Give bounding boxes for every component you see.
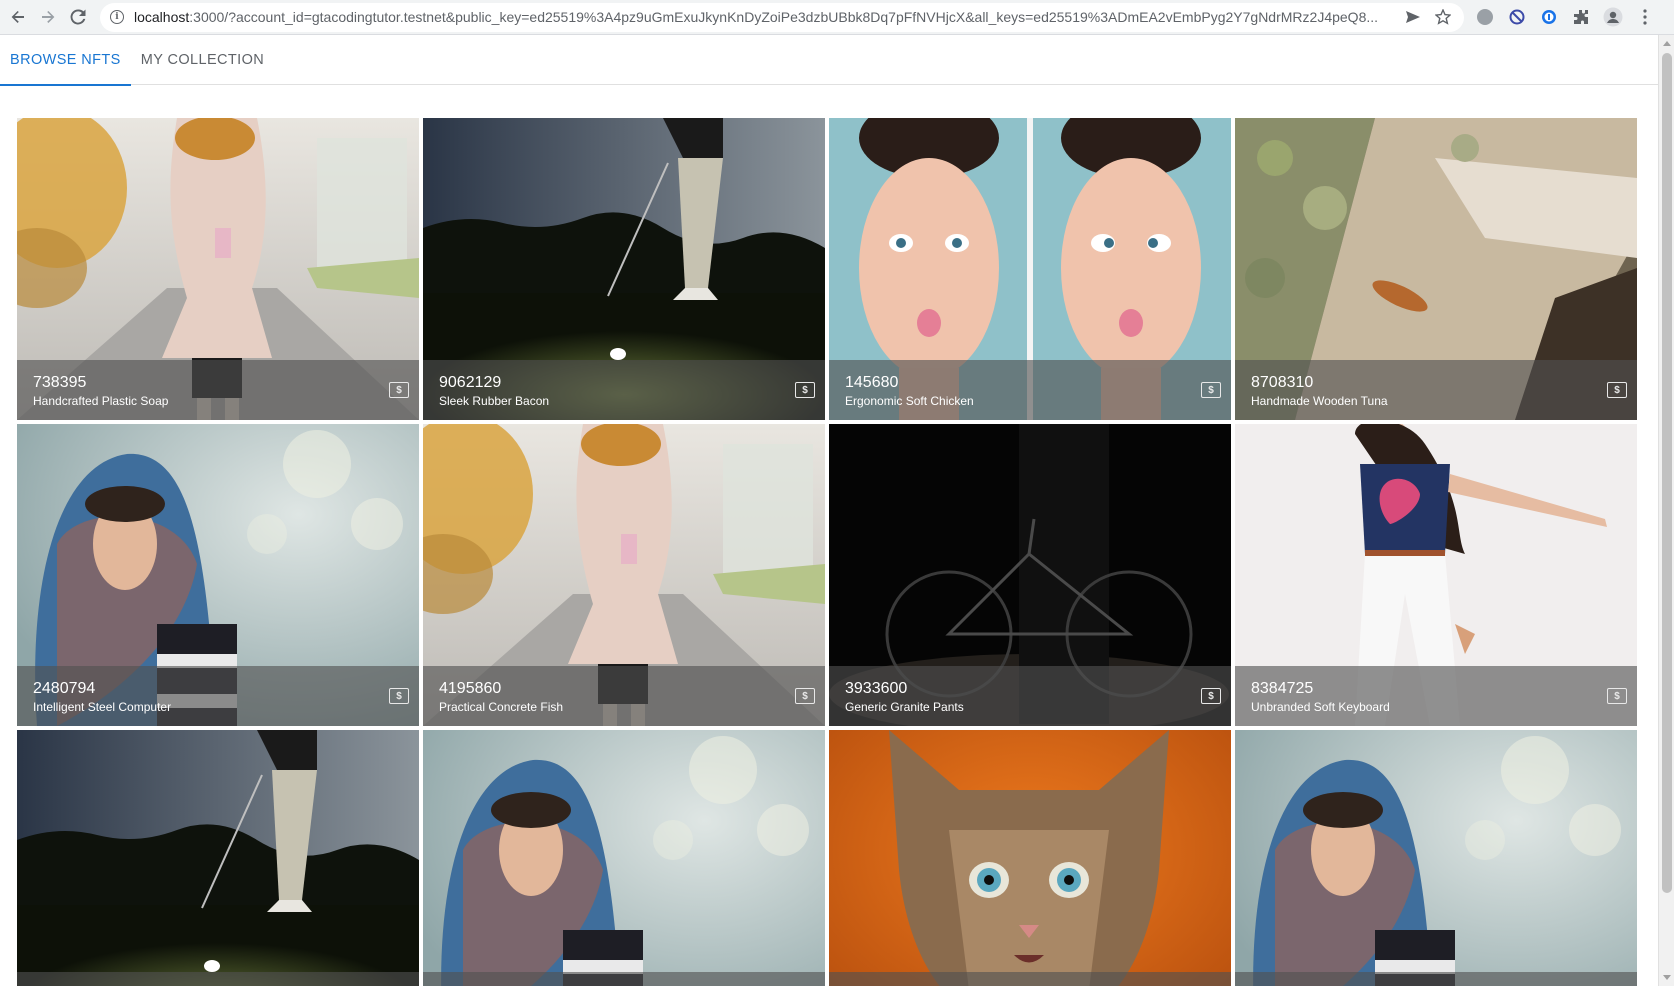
send-icon[interactable] [1402, 6, 1424, 28]
browser-toolbar: i localhost:3000/?account_id=gtacodingtu… [0, 0, 1674, 35]
buy-dollar-icon[interactable]: $ [1201, 688, 1221, 704]
nft-image [1235, 730, 1637, 986]
nft-card[interactable]: 9062129 Sleek Rubber Bacon $ [423, 118, 825, 420]
buy-dollar-icon[interactable]: $ [1607, 382, 1627, 398]
browser-menu-icon[interactable] [1634, 6, 1656, 28]
nft-image [423, 730, 825, 986]
buy-dollar-icon[interactable]: $ [795, 688, 815, 704]
nft-card[interactable] [1235, 730, 1637, 986]
nft-caption-bar: 8384725 Unbranded Soft Keyboard $ [1235, 666, 1637, 726]
nft-caption-bar [17, 972, 419, 986]
nft-caption-bar: 738395 Handcrafted Plastic Soap $ [17, 360, 419, 420]
tab-bar: BROWSE NFTS MY COLLECTION [0, 35, 1658, 86]
nft-card[interactable] [17, 730, 419, 986]
buy-dollar-icon[interactable]: $ [389, 688, 409, 704]
nft-title: Handmade Wooden Tuna [1251, 394, 1388, 408]
url-text[interactable]: localhost:3000/?account_id=gtacodingtuto… [134, 9, 1394, 25]
nft-card[interactable]: 2480794 Intelligent Steel Computer $ [17, 424, 419, 726]
scrollbar-thumb[interactable] [1662, 53, 1672, 893]
nft-price: 8384725 [1251, 680, 1314, 697]
nft-price: 8708310 [1251, 374, 1314, 391]
nft-caption-bar: 8708310 Handmade Wooden Tuna $ [1235, 360, 1637, 420]
tab-browse-nfts[interactable]: BROWSE NFTS [0, 35, 131, 86]
scroll-down-arrow-icon[interactable] [1663, 975, 1671, 980]
extensions-puzzle-icon[interactable] [1570, 6, 1592, 28]
nft-caption-bar: 4195860 Practical Concrete Fish $ [423, 666, 825, 726]
nft-caption-bar [829, 972, 1231, 986]
nft-title: Handcrafted Plastic Soap [33, 394, 169, 408]
nft-card[interactable]: 145680 Ergonomic Soft Chicken $ [829, 118, 1231, 420]
url-host: localhost [134, 9, 190, 25]
adblock-extension-icon[interactable] [1474, 6, 1496, 28]
nft-card[interactable] [423, 730, 825, 986]
nft-title: Generic Granite Pants [845, 700, 964, 714]
nft-card[interactable]: 738395 Handcrafted Plastic Soap $ [17, 118, 419, 420]
nft-price: 4195860 [439, 680, 502, 697]
page-scrollbar[interactable] [1658, 35, 1674, 986]
nft-caption-bar: 9062129 Sleek Rubber Bacon $ [423, 360, 825, 420]
nft-price: 9062129 [439, 374, 502, 391]
nft-title: Sleek Rubber Bacon [439, 394, 550, 408]
tab-my-collection[interactable]: MY COLLECTION [131, 35, 274, 85]
nft-card[interactable]: 8708310 Handmade Wooden Tuna $ [1235, 118, 1637, 420]
scroll-up-arrow-icon[interactable] [1663, 41, 1671, 46]
site-info-icon[interactable]: i [110, 10, 124, 24]
nft-caption-bar: 3933600 Generic Granite Pants $ [829, 666, 1231, 726]
nft-price: 145680 [845, 374, 899, 391]
buy-dollar-icon[interactable]: $ [1201, 382, 1221, 398]
nft-card[interactable]: 8384725 Unbranded Soft Keyboard $ [1235, 424, 1637, 726]
nft-title: Practical Concrete Fish [439, 700, 564, 714]
nft-caption-bar: 2480794 Intelligent Steel Computer $ [17, 666, 419, 726]
buy-dollar-icon[interactable]: $ [1607, 688, 1627, 704]
blocker-extension-icon[interactable] [1506, 6, 1528, 28]
nft-grid: 738395 Handcrafted Plastic Soap $ 9062129 S… [17, 118, 1637, 986]
back-icon[interactable] [6, 5, 30, 29]
buy-dollar-icon[interactable]: $ [795, 382, 815, 398]
forward-icon[interactable] [36, 5, 60, 29]
reload-icon[interactable] [66, 5, 90, 29]
buy-dollar-icon[interactable]: $ [389, 382, 409, 398]
nft-price: 738395 [33, 374, 87, 391]
nft-title: Unbranded Soft Keyboard [1251, 700, 1390, 714]
url-path: :3000/?account_id=gtacodingtutor.testnet… [189, 9, 1379, 25]
nft-image [17, 730, 419, 986]
nft-price: 3933600 [845, 680, 908, 697]
nft-caption-bar [423, 972, 825, 986]
nft-title: Ergonomic Soft Chicken [845, 394, 974, 408]
address-bar[interactable]: i localhost:3000/?account_id=gtacodingtu… [100, 2, 1464, 32]
nft-card[interactable]: 3933600 Generic Granite Pants $ [829, 424, 1231, 726]
nft-title: Intelligent Steel Computer [33, 700, 172, 714]
app-page: BROWSE NFTS MY COLLECTION 738395 Handcraf… [0, 35, 1658, 986]
nft-caption-bar [1235, 972, 1637, 986]
profile-avatar-icon[interactable] [1602, 6, 1624, 28]
password-manager-extension-icon[interactable] [1538, 6, 1560, 28]
nft-caption-bar: 145680 Ergonomic Soft Chicken $ [829, 360, 1231, 420]
bookmark-star-icon[interactable] [1432, 6, 1454, 28]
nft-card[interactable] [829, 730, 1231, 986]
nft-price: 2480794 [33, 680, 96, 697]
nft-image [829, 730, 1231, 986]
nft-card[interactable]: 4195860 Practical Concrete Fish $ [423, 424, 825, 726]
